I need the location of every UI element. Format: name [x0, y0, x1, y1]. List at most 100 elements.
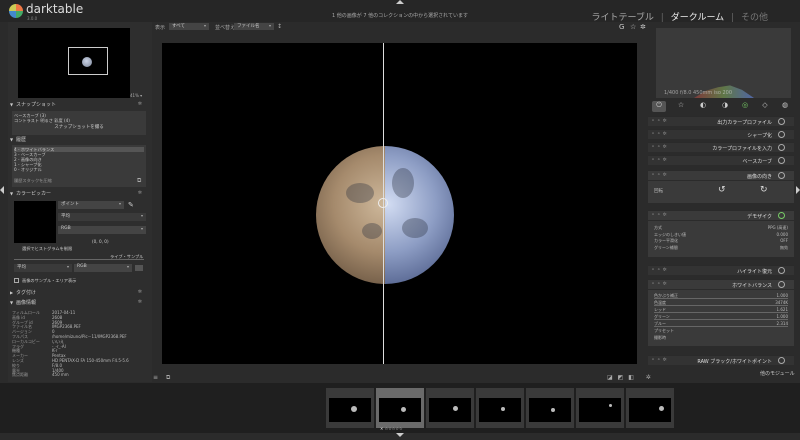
module-controls[interactable]: ⚬ ⚬ ✲ [651, 157, 667, 163]
view-other[interactable]: その他 [741, 13, 768, 23]
preset-icon[interactable]: ✲ [138, 101, 142, 107]
add-sample-button[interactable] [135, 265, 143, 271]
area-stat-select[interactable]: 平均 ▾ [14, 264, 72, 272]
display-area-checkbox[interactable] [14, 278, 19, 283]
tab-basic[interactable]: ◐ [696, 101, 710, 112]
picker-stat-select[interactable]: 平均 ▾ [58, 213, 146, 221]
more-modules-button[interactable]: 他のモジュール [760, 370, 795, 377]
zoom-level[interactable]: 41% ▾ [130, 93, 142, 98]
module-raw-black-white[interactable]: ⚬ ⚬ ✲ RAW ブラック/ホワイトポイント [648, 355, 794, 365]
tab-tone[interactable]: ◑ [718, 101, 732, 112]
collapse-bottom-arrow-icon[interactable] [396, 433, 404, 437]
param-slider[interactable] [654, 312, 788, 313]
module-enable-icon[interactable] [778, 357, 785, 364]
grouping-icon[interactable]: G [619, 23, 624, 31]
module-flip[interactable]: ⚬ ⚬ ✲ 画像の向き [648, 170, 794, 180]
param-slider[interactable] [654, 319, 788, 320]
sort-direction-icon[interactable]: ↕ [277, 23, 282, 30]
module-demosaic[interactable]: ⚬ ⚬ ✲ デモザイク [648, 210, 794, 220]
module-highlight-reconstruction[interactable]: ⚬ ⚬ ✲ ハイライト復元 [648, 265, 794, 275]
restrict-histogram-label[interactable]: 選択でヒストグラムを制限 [22, 246, 72, 252]
picker-mode-select[interactable]: ポイント ▾ [58, 201, 124, 209]
take-snapshot-button[interactable]: スナップショットを撮る [14, 124, 144, 131]
module-output-profile[interactable]: ⚬ ⚬ ✲ 出力カラープロファイル [648, 116, 794, 126]
preset-icon[interactable]: ✲ [138, 299, 142, 305]
module-enable-icon[interactable] [778, 212, 785, 219]
param-slider[interactable] [654, 305, 788, 306]
param-slider[interactable] [654, 298, 788, 299]
module-enable-icon[interactable] [778, 118, 785, 125]
collapse-right-arrow-icon[interactable] [796, 186, 800, 194]
tab-color[interactable]: ◎ [738, 101, 752, 112]
collapse-top-arrow-icon[interactable] [396, 0, 404, 4]
tab-active-modules[interactable]: ⏻ [652, 101, 666, 112]
thumbnail-rating-stars[interactable]: ✕ ☆☆☆☆☆ [380, 426, 403, 431]
demosaic-param[interactable]: エッジのしきい値 0.000 [654, 232, 788, 238]
module-basecurve[interactable]: ⚬ ⚬ ✲ ベースカーブ [648, 155, 794, 165]
preset-icon[interactable]: ✲ [138, 190, 142, 196]
module-enable-icon[interactable] [778, 281, 785, 288]
module-sharpen[interactable]: ⚬ ⚬ ✲ シャープ化 [648, 129, 794, 139]
eyedropper-icon[interactable]: ✎ [128, 201, 134, 209]
filmstrip-thumbnail[interactable] [426, 388, 474, 428]
rotate-right-icon[interactable]: ↻ [760, 185, 768, 195]
white-balance-param[interactable]: 撮影時 [654, 335, 788, 341]
module-controls[interactable]: ⚬ ⚬ ✲ [651, 281, 667, 287]
tab-favorites[interactable]: ☆ [674, 101, 688, 112]
collapse-left-arrow-icon[interactable] [0, 186, 4, 194]
demosaic-param[interactable]: グリーン補間 無効 [654, 245, 788, 251]
colorpicker-header[interactable]: ▼ カラーピッカー ✲ [10, 190, 148, 198]
preset-icon[interactable]: ✲ [138, 289, 142, 295]
filmstrip-thumbnail[interactable] [626, 388, 674, 428]
module-controls[interactable]: ⚬ ⚬ ✲ [651, 144, 667, 150]
module-white-balance[interactable]: ⚬ ⚬ ✲ ホワイトバランス [648, 279, 794, 289]
tab-effect[interactable]: ◍ [778, 101, 792, 112]
image-info-header[interactable]: ▼ 画像情報 ✲ [10, 299, 148, 307]
guides-icon[interactable]: ✲ [646, 374, 651, 381]
picker-space-select[interactable]: RGB ▾ [58, 226, 146, 234]
module-controls[interactable]: ⚬ ⚬ ✲ [651, 172, 667, 178]
module-controls[interactable]: ⚬ ⚬ ✲ [651, 357, 667, 363]
filmstrip-thumbnail[interactable] [376, 388, 424, 428]
create-style-icon[interactable]: ⧉ [137, 177, 141, 185]
module-enable-icon[interactable] [778, 131, 785, 138]
filmstrip-thumbnail[interactable] [576, 388, 624, 428]
compress-history-button[interactable]: 履歴スタックを圧縮 [14, 178, 52, 184]
tab-correct[interactable]: ◇ [758, 101, 772, 112]
image-canvas[interactable] [162, 43, 637, 364]
sort-select[interactable]: ファイル名 ▾ [234, 23, 274, 30]
module-input-profile[interactable]: ⚬ ⚬ ✲ カラープロファイルを入力 [648, 142, 794, 152]
gamut-check-icon[interactable]: ◧ [628, 374, 634, 381]
module-enable-icon[interactable] [778, 157, 785, 164]
quick-access-icon[interactable]: ≡ [153, 374, 158, 381]
filmstrip-thumbnail[interactable] [526, 388, 574, 428]
histogram[interactable]: 1/400 f/8.0 450mm iso 200 [656, 28, 791, 98]
module-controls[interactable]: ⚬ ⚬ ✲ [651, 212, 667, 218]
module-enable-icon[interactable] [778, 172, 785, 179]
module-controls[interactable]: ⚬ ⚬ ✲ [651, 131, 667, 137]
softproof-icon[interactable]: ◩ [618, 374, 624, 381]
module-controls[interactable]: ⚬ ⚬ ✲ [651, 118, 667, 124]
show-select[interactable]: すべて ▾ [169, 23, 209, 30]
overlay-star-icon[interactable]: ☆ [630, 23, 636, 31]
filmstrip-thumbnail[interactable] [476, 388, 524, 428]
history-header[interactable]: ▼ 履歴 [10, 136, 148, 144]
demosaic-param[interactable]: 方式 PPG (高速) [654, 225, 788, 231]
preferences-gear-icon[interactable]: ✲ [640, 23, 646, 31]
demosaic-param[interactable]: カラー平滑化 OFF [654, 238, 788, 244]
filmstrip-thumbnail[interactable] [326, 388, 374, 428]
module-enable-icon[interactable] [778, 267, 785, 274]
param-slider[interactable] [654, 326, 788, 327]
split-rotate-handle-icon[interactable] [378, 198, 388, 208]
rotate-left-icon[interactable]: ↺ [718, 185, 726, 195]
white-balance-param[interactable]: プリセット [654, 328, 788, 334]
snapshots-header[interactable]: ▼ スナップショット ✲ [10, 101, 148, 109]
module-enable-icon[interactable] [778, 144, 785, 151]
styles-icon[interactable]: ⧉ [166, 374, 170, 381]
history-item[interactable]: 0 - オリジナル [14, 167, 42, 173]
tagging-header[interactable]: ▶ タグ付け ✲ [10, 289, 148, 297]
module-controls[interactable]: ⚬ ⚬ ✲ [651, 267, 667, 273]
view-darkroom[interactable]: ダークルーム [671, 13, 724, 23]
over-exposure-icon[interactable]: ◪ [607, 374, 613, 381]
area-space-select[interactable]: RGB ▾ [74, 264, 132, 272]
